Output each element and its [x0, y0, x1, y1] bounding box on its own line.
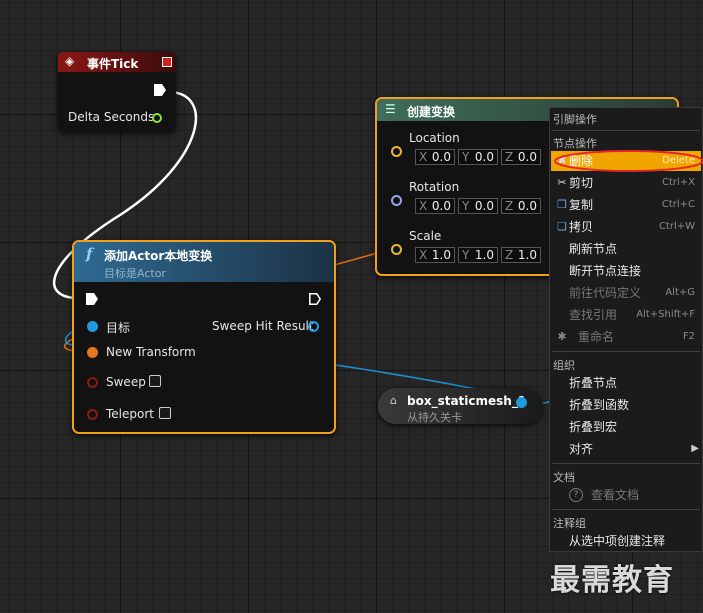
- menu-item-rename[interactable]: ✱ 重命名 F2: [551, 327, 701, 347]
- sweep-label: Sweep: [106, 375, 146, 389]
- sweep-checkbox[interactable]: [149, 375, 161, 387]
- add-transform-subtitle: 目标是Actor: [104, 267, 166, 280]
- menu-item-duplicate[interactable]: ❏ 拷贝 Ctrl+W: [551, 217, 701, 237]
- mesh-reference-node[interactable]: ⌂ box_staticmesh_1 从持久关卡: [378, 388, 543, 424]
- delta-seconds-label: Delta Seconds: [68, 110, 155, 124]
- rotation-z-field[interactable]: Z 0.0: [501, 198, 541, 214]
- struct-icon: ☰: [385, 102, 396, 116]
- function-icon: f: [86, 245, 93, 263]
- location-x-field[interactable]: X 0.0: [415, 149, 455, 165]
- event-stop-icon: [162, 57, 172, 67]
- new-transform-label: New Transform: [106, 345, 196, 359]
- make-transform-title: 创建变换: [407, 105, 456, 119]
- add-transform-title: 添加Actor本地变换: [104, 249, 213, 263]
- location-z-field[interactable]: Z 0.0: [501, 149, 541, 165]
- rotation-vector: X 0.0 Y 0.0 Z 0.0: [415, 198, 541, 214]
- scale-label: Scale: [409, 229, 442, 243]
- section-organize: 组织: [553, 359, 575, 372]
- event-tick-header[interactable]: ◈ 事件Tick: [58, 52, 176, 72]
- annotation-ellipse: [554, 150, 703, 172]
- mesh-reference-subtitle: 从持久关卡: [407, 411, 462, 424]
- add-transform-header[interactable]: f 添加Actor本地变换 目标是Actor: [74, 242, 334, 282]
- rotation-x-field[interactable]: X 0.0: [415, 198, 455, 214]
- scale-x-field[interactable]: X 1.0: [415, 247, 455, 263]
- delta-seconds-pin[interactable]: [152, 113, 162, 123]
- teleport-checkbox[interactable]: [159, 407, 171, 419]
- add-local-transform-node[interactable]: f 添加Actor本地变换 目标是Actor 目标 Sweep Hit Resu…: [72, 240, 336, 434]
- menu-item-copy[interactable]: ❐ 复制 Ctrl+C: [551, 195, 701, 215]
- location-label: Location: [409, 131, 460, 145]
- event-tick-title: 事件Tick: [87, 57, 139, 71]
- scale-z-field[interactable]: Z 1.0: [501, 247, 541, 263]
- sweep-hit-pin[interactable]: [308, 321, 319, 332]
- watermark: 最需教育: [550, 563, 674, 598]
- scissors-icon: ✂: [557, 176, 567, 189]
- help-icon: ?: [569, 488, 583, 502]
- menu-item-collapse-function[interactable]: 折叠到函数: [551, 395, 701, 415]
- context-menu: 引脚操作 节点操作 ✖ 删除 Delete ✂ 剪切 Ctrl+X ❐ 复制 C…: [549, 107, 703, 552]
- menu-item-collapse-nodes[interactable]: 折叠节点: [551, 373, 701, 393]
- rotation-label: Rotation: [409, 180, 460, 194]
- exec-out-pin[interactable]: [154, 84, 166, 98]
- exec-out-pin-2[interactable]: [309, 293, 322, 307]
- rotation-y-field[interactable]: Y 0.0: [458, 198, 498, 214]
- location-pin[interactable]: [391, 146, 402, 157]
- menu-item-create-comment[interactable]: 从选中项创建注释: [551, 531, 701, 551]
- scale-y-field[interactable]: Y 1.0: [458, 247, 498, 263]
- menu-item-find-references[interactable]: 查找引用 Alt+Shift+F: [551, 305, 701, 325]
- menu-item-refresh[interactable]: 刷新节点: [551, 239, 701, 259]
- target-label: 目标: [106, 321, 131, 335]
- section-comment: 注释组: [553, 517, 586, 530]
- submenu-arrow-icon: ▶: [691, 443, 699, 454]
- event-diamond-icon: ◈: [65, 54, 75, 68]
- new-transform-pin[interactable]: [87, 347, 98, 358]
- scale-pin[interactable]: [391, 244, 402, 255]
- section-ref-ops: 引脚操作: [553, 113, 597, 126]
- section-docs: 文档: [553, 471, 575, 484]
- menu-item-break-links[interactable]: 断开节点连接: [551, 261, 701, 281]
- rotation-pin[interactable]: [391, 195, 402, 206]
- target-pin[interactable]: [87, 321, 98, 332]
- menu-item-cut[interactable]: ✂ 剪切 Ctrl+X: [551, 173, 701, 193]
- sweep-hit-label: Sweep Hit Result: [212, 319, 314, 333]
- menu-item-goto-definition[interactable]: 前往代码定义 Alt+G: [551, 283, 701, 303]
- menu-item-view-docs[interactable]: ? 查看文档: [551, 485, 701, 505]
- duplicate-icon: ❏: [557, 220, 567, 233]
- sweep-pin[interactable]: [87, 377, 98, 388]
- location-y-field[interactable]: Y 0.0: [458, 149, 498, 165]
- teleport-pin[interactable]: [87, 409, 98, 420]
- exec-in-pin[interactable]: [86, 293, 98, 307]
- actor-icon: ⌂: [390, 394, 397, 407]
- location-vector: X 0.0 Y 0.0 Z 0.0: [415, 149, 541, 165]
- rename-icon: ✱: [557, 330, 567, 343]
- mesh-reference-pin[interactable]: [516, 397, 527, 408]
- menu-item-collapse-macro[interactable]: 折叠到宏: [551, 417, 701, 437]
- copy-icon: ❐: [557, 198, 567, 211]
- event-tick-node[interactable]: ◈ 事件Tick Delta Seconds: [58, 52, 176, 132]
- menu-item-align[interactable]: 对齐 ▶: [551, 439, 701, 459]
- mesh-reference-title: box_staticmesh_1: [407, 394, 527, 408]
- teleport-label: Teleport: [106, 407, 154, 421]
- scale-vector: X 1.0 Y 1.0 Z 1.0: [415, 247, 541, 263]
